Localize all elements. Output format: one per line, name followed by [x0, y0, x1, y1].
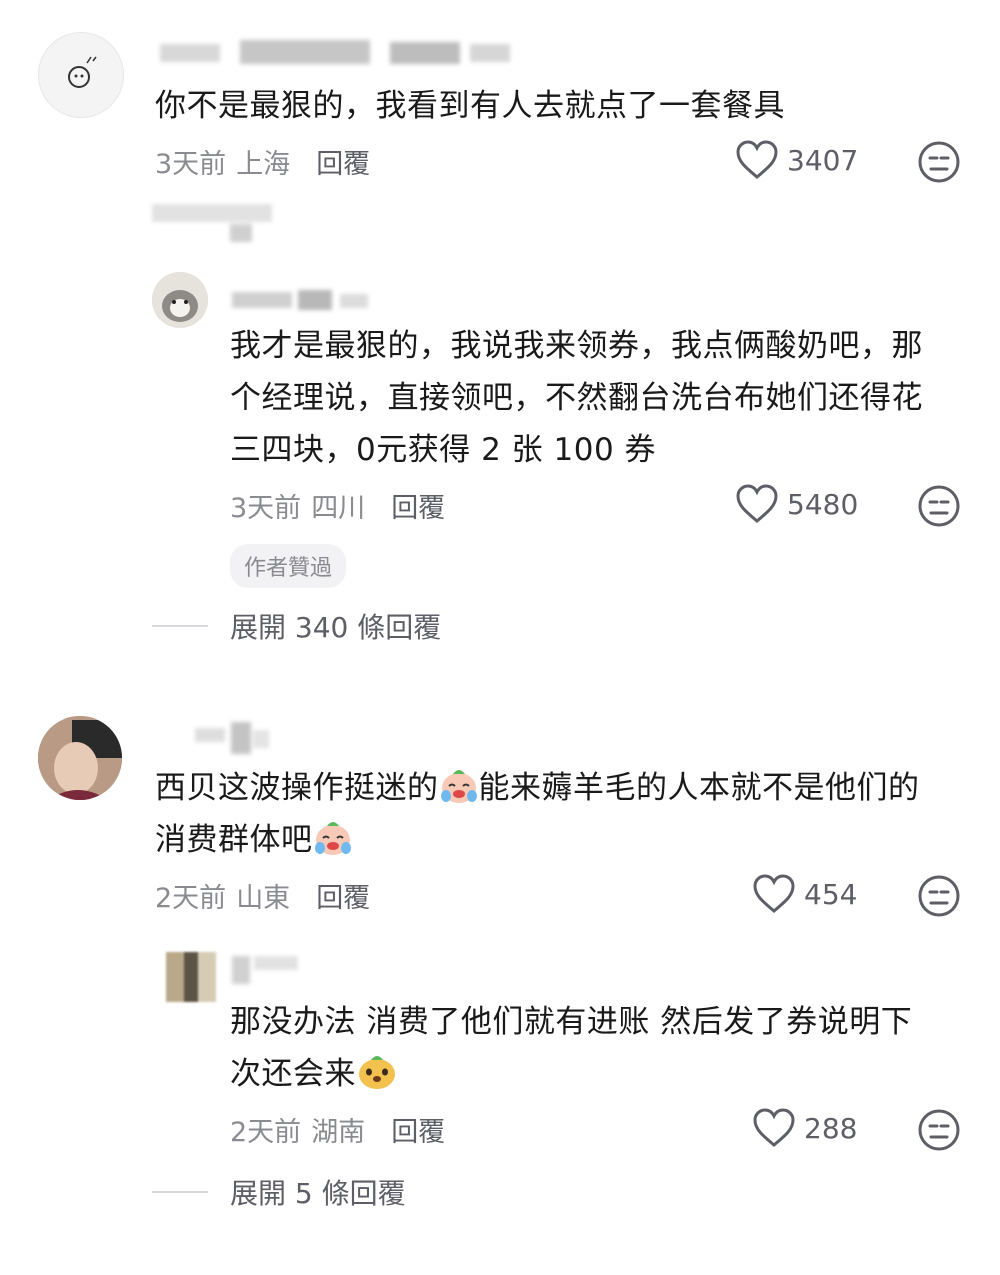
comment-location: 山東	[236, 883, 291, 914]
reply-location: 四川	[311, 493, 366, 524]
comment-text: 你不是最狠的，我看到有人去就点了一套餐具	[155, 88, 785, 124]
comment-time: 2天前	[155, 883, 227, 914]
meh-face-icon[interactable]	[917, 484, 961, 528]
divider-line	[152, 1191, 208, 1193]
heart-outline-icon	[753, 874, 795, 913]
comment-text: 西贝这波操作挺迷的 能来薅羊毛的人本就不是他们的 消费群体吧	[155, 762, 975, 866]
reply-button[interactable]: 回覆	[391, 486, 445, 525]
blurred-replier-label	[152, 202, 282, 244]
author-liked-badge: 作者贊過	[230, 544, 347, 588]
avatar[interactable]	[38, 32, 124, 118]
reply-avatar[interactable]	[166, 952, 216, 1002]
username-blurred	[160, 40, 520, 66]
cat-avatar-icon	[152, 272, 208, 328]
comment-meta: 3天前 上海 回覆	[155, 142, 370, 181]
comment-text-part: 能来薅羊毛的人本就不是他们的	[478, 770, 920, 806]
like-count: 454	[804, 877, 858, 911]
comment-time: 3天前	[155, 149, 227, 180]
heart-outline-icon	[753, 1108, 795, 1147]
avatar-doodle-icon	[68, 56, 97, 88]
like-count: 5480	[787, 487, 859, 521]
reply-text-line: 三四块，0元获得 2 张 100 券	[230, 432, 657, 468]
reply-text-line: 那没办法 消费了他们就有进账 然后发了券说明下	[230, 1004, 913, 1040]
comment-text-part: 西贝这波操作挺迷的	[155, 770, 439, 806]
meh-face-icon[interactable]	[917, 1108, 961, 1152]
reply-username-blurred	[232, 952, 302, 986]
reply-button[interactable]: 回覆	[391, 1110, 445, 1149]
reply-button[interactable]: 回覆	[316, 142, 370, 181]
reply-time: 3天前	[230, 493, 302, 524]
expand-replies-label: 展開 5 條回覆	[230, 1177, 406, 1210]
person-avatar-icon	[38, 716, 122, 800]
expand-replies-label: 展開 340 條回覆	[230, 611, 442, 644]
meh-face-icon[interactable]	[917, 874, 961, 918]
smug-dog-emoji	[359, 1056, 395, 1089]
like-count: 3407	[787, 143, 859, 177]
reply-meta: 3天前 四川 回覆	[230, 486, 445, 525]
reply-text-line: 次还会来	[230, 1056, 356, 1092]
reply-time: 2天前	[230, 1117, 302, 1148]
like-count: 288	[804, 1111, 858, 1145]
like-button[interactable]: 454	[752, 874, 857, 914]
reply-location: 湖南	[311, 1117, 366, 1148]
crying-laughing-emoji	[440, 770, 477, 803]
reply-comment-text: 那没办法 消费了他们就有进账 然后发了券说明下 次还会来	[230, 996, 970, 1100]
reply-text-line: 个经理说，直接领吧，不然翻台洗台布她们还得花	[230, 380, 923, 416]
heart-outline-icon	[736, 140, 778, 179]
reply-meta: 2天前 湖南 回覆	[230, 1110, 445, 1149]
reply-button[interactable]: 回覆	[316, 876, 370, 915]
reply-username-blurred	[232, 290, 372, 312]
expand-replies-button[interactable]: 展開 5 條回覆	[152, 1172, 406, 1212]
heart-outline-icon	[736, 484, 778, 523]
reply-comment-text: 我才是最狠的，我说我来领券，我点俩酸奶吧，那 个经理说，直接领吧，不然翻台洗台布…	[230, 320, 970, 476]
crying-laughing-emoji	[314, 822, 351, 855]
avatar[interactable]	[38, 716, 122, 800]
reply-avatar[interactable]	[152, 272, 208, 328]
comment-text-part: 消费群体吧	[155, 822, 313, 858]
expand-replies-button[interactable]: 展開 340 條回覆	[152, 606, 441, 646]
meh-face-icon[interactable]	[917, 140, 961, 184]
divider-line	[152, 625, 208, 627]
like-button[interactable]: 288	[752, 1108, 857, 1148]
like-button[interactable]: 5480	[735, 484, 858, 524]
comment-meta: 2天前 山東 回覆	[155, 876, 370, 915]
comment-location: 上海	[236, 149, 291, 180]
like-button[interactable]: 3407	[735, 140, 858, 180]
username-blurred	[195, 722, 275, 756]
reply-text-line: 我才是最狠的，我说我来领券，我点俩酸奶吧，那	[230, 328, 923, 364]
